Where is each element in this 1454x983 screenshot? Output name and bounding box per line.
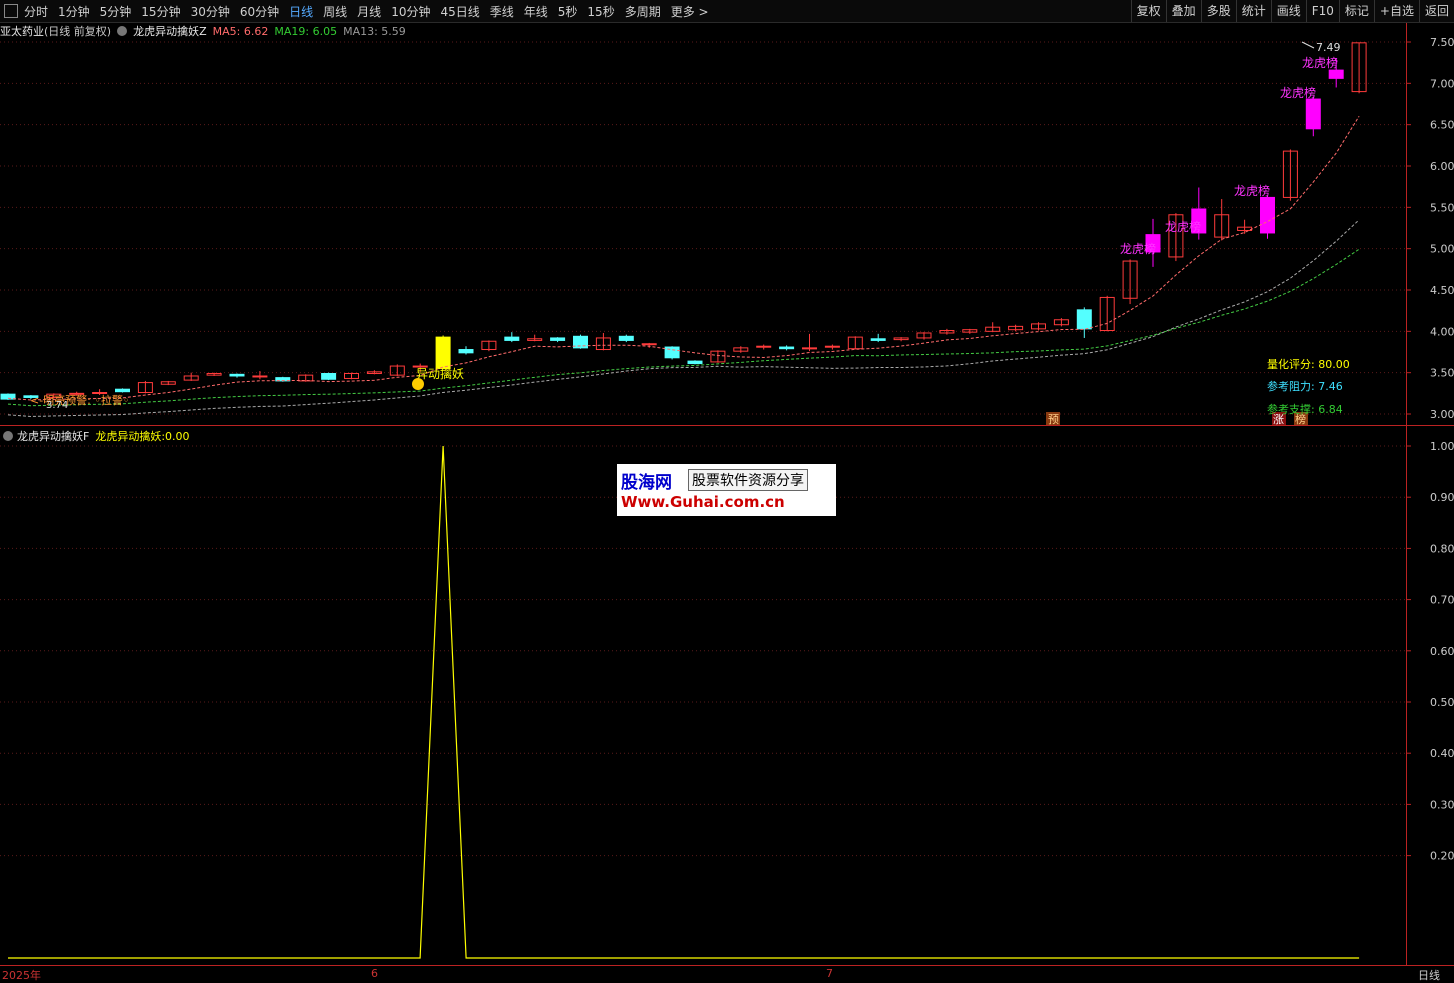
- candle-body: [550, 337, 566, 341]
- sub-tick-label: 1.00: [1430, 440, 1454, 453]
- sub-tick-label: 0.40: [1430, 747, 1454, 760]
- candle-body: [664, 346, 680, 359]
- sub-tick-label: 0.30: [1430, 798, 1454, 811]
- candle-body: [1328, 69, 1344, 79]
- low-price-label: 3.74: [46, 400, 68, 411]
- sub-tick-label: 0.50: [1430, 696, 1454, 709]
- longhu-label: 龙虎榜: [1302, 55, 1338, 70]
- candle-body: [321, 372, 337, 380]
- yu-label: 预: [1048, 413, 1059, 426]
- sub-line-name: 龙虎异动擒妖:: [95, 430, 166, 443]
- candle-body: [756, 345, 772, 348]
- candle-body: [229, 373, 245, 377]
- support-value: 6.84: [1318, 403, 1343, 416]
- candle-body: [1260, 196, 1275, 234]
- candle-body: [1305, 98, 1321, 130]
- longhu-label: 龙虎榜: [1165, 219, 1201, 234]
- score-text: 量化评分: 80.00: [1267, 356, 1350, 372]
- support-label: 参考支撑:: [1267, 403, 1319, 416]
- watermark-slogan: 股票软件资源分享: [688, 469, 808, 491]
- price-tick-label: 5.50: [1430, 201, 1454, 214]
- candle-body: [115, 388, 130, 393]
- watermark-logo: 股海网 股票软件资源分享 Www.Guhai.com.cn: [617, 464, 836, 516]
- month6-label: 6: [371, 967, 378, 980]
- sub-indicator-name[interactable]: 龙虎异动擒妖F: [17, 428, 89, 444]
- candle-body: [504, 336, 520, 341]
- candle-body: [779, 346, 795, 350]
- candle-body: [824, 345, 840, 348]
- watermark-url: Www.Guhai.com.cn: [621, 493, 785, 511]
- candle-body: [618, 335, 634, 341]
- year-label: 2025年: [2, 969, 41, 982]
- longhu-label: 龙虎榜: [1280, 85, 1316, 100]
- support-text: 参考支撑: 6.84: [1267, 401, 1343, 417]
- price-tick-label: 7.50: [1430, 36, 1454, 49]
- smiley-icon: [412, 378, 424, 390]
- candle-body: [458, 349, 474, 354]
- price-tick-label: 5.00: [1430, 243, 1454, 256]
- sub-indicator-dropdown-icon[interactable]: [3, 431, 13, 441]
- period-label[interactable]: 日线: [1418, 967, 1440, 983]
- sub-tick-label: 0.60: [1430, 645, 1454, 658]
- price-tick-label: 3.50: [1430, 367, 1454, 380]
- resist-value: 7.46: [1318, 380, 1343, 393]
- price-tick-label: 7.00: [1430, 77, 1454, 90]
- candle-body: [870, 338, 886, 341]
- score-label: 量化评分:: [1267, 358, 1319, 371]
- resist-text: 参考阻力: 7.46: [1267, 378, 1343, 394]
- candle-body: [252, 375, 268, 378]
- candle-body: [802, 347, 817, 350]
- watermark-brand: 股海网: [621, 473, 672, 493]
- sub-tick-label: 0.20: [1430, 850, 1454, 863]
- ma19-line: [7, 248, 1360, 407]
- score-value: 80.00: [1318, 358, 1350, 371]
- candle-body: [435, 336, 451, 370]
- price-tick-label: 6.50: [1430, 119, 1454, 132]
- resist-label: 参考阻力:: [1267, 380, 1319, 393]
- month7-label: 7: [826, 967, 833, 980]
- sub-line-value: 0.00: [165, 429, 190, 443]
- time-axis: 2025年 6 7 日线: [0, 966, 1454, 983]
- price-tick-label: 6.00: [1430, 160, 1454, 173]
- candle-body: [687, 360, 703, 365]
- price-tick-label: 3.00: [1430, 408, 1454, 421]
- longhu-label: 龙虎榜: [1120, 241, 1156, 256]
- high-price-label: 7.49: [1316, 41, 1341, 54]
- candle-body: [1076, 309, 1092, 330]
- sub-chart-header: 龙虎异动擒妖F 龙虎异动擒妖: 0.00: [0, 428, 190, 444]
- yidong-label: 异动擒妖: [416, 366, 464, 381]
- sub-tick-label: 0.80: [1430, 542, 1454, 555]
- high-pointer: [1301, 41, 1315, 49]
- sub-tick-label: 0.70: [1430, 594, 1454, 607]
- price-tick-label: 4.50: [1430, 284, 1454, 297]
- sub-tick-label: 0.90: [1430, 491, 1454, 504]
- candle-body: [641, 343, 657, 346]
- ma5-line: [7, 115, 1360, 401]
- price-tick-label: 4.00: [1430, 325, 1454, 338]
- longhu-label: 龙虎榜: [1234, 183, 1270, 198]
- warning-label: <-明亮预警: ◦拉警◦: [30, 393, 129, 407]
